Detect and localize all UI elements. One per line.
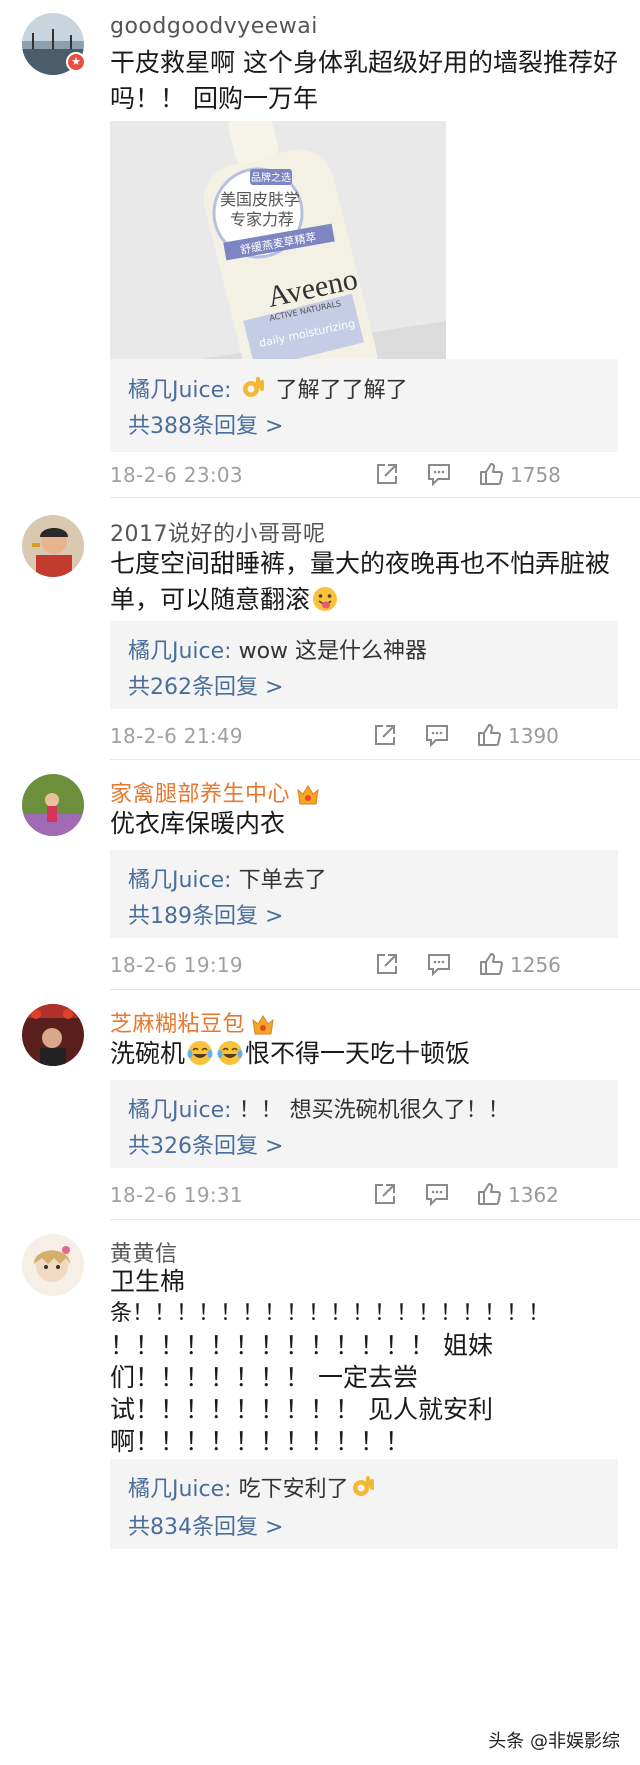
comment-icon[interactable] xyxy=(426,951,452,977)
reply-box[interactable]: 橘几Juice: 了解了了解了 共388条回复 > xyxy=(110,359,618,452)
comment-meta: 18-2-6 23:03 1758 xyxy=(110,461,620,491)
avatar[interactable] xyxy=(22,515,84,577)
thumbs-up-icon[interactable] xyxy=(478,461,504,487)
thumbs-up-icon[interactable] xyxy=(476,1181,502,1207)
badge-line-2: 美国皮肤学 xyxy=(220,190,300,209)
reply-count-link[interactable]: 共189条回复 > xyxy=(128,898,283,930)
badge-line-1: 品牌之选 xyxy=(251,171,291,184)
reply-box[interactable]: 橘几Juice: ！！ 想买洗碗机很久了！！ 共326条回复 > xyxy=(110,1080,618,1168)
reply-text: 吃下安利了 xyxy=(238,1477,349,1502)
like-count: 1256 xyxy=(510,953,561,977)
reply-preview: 橘几Juice: ！！ 想买洗碗机很久了！！ xyxy=(128,1092,510,1124)
comment-1: ★ goodgoodvyeewai 干皮救星啊 这个身体乳超级好用的墙裂推荐好吗… xyxy=(0,0,640,498)
reply-count-link[interactable]: 共262条回复 > xyxy=(128,669,283,701)
thumbs-up-icon[interactable] xyxy=(476,722,502,748)
reply-username[interactable]: 橘几Juice: xyxy=(128,868,232,893)
watermark: 头条 @非娱影综 xyxy=(482,1725,626,1755)
reply-count-link[interactable]: 共834条回复 > xyxy=(128,1509,283,1541)
reply-preview: 橘几Juice: wow 这是什么神器 xyxy=(128,633,427,665)
reply-username[interactable]: 橘几Juice: xyxy=(128,1477,232,1502)
share-icon[interactable] xyxy=(372,1181,398,1207)
username-text: 芝麻糊粘豆包 xyxy=(110,1012,246,1037)
comment-text: 洗碗机 恨不得一天吃十顿饭 xyxy=(110,1036,620,1072)
avatar[interactable] xyxy=(22,774,84,836)
reply-text: wow 这是什么神器 xyxy=(238,639,428,664)
comment-line: ！！！！！！！！！！！！！ 姐妹 xyxy=(110,1331,493,1360)
reply-username[interactable]: 橘几Juice: xyxy=(128,639,232,664)
vip-crown-icon xyxy=(297,785,319,805)
avatar[interactable] xyxy=(22,1004,84,1066)
tongue-out-emoji-icon xyxy=(313,587,338,611)
avatar[interactable] xyxy=(22,1234,84,1296)
share-icon[interactable] xyxy=(374,951,400,977)
comment-3: 家禽腿部养生中心 优衣库保暖内衣 橘几Juice: 下单去了 共189条回复 >… xyxy=(0,760,640,990)
tears-of-joy-emoji-icon xyxy=(187,1041,213,1065)
reply-box[interactable]: 橘几Juice: 下单去了 共189条回复 > xyxy=(110,850,618,938)
ok-hand-emoji-icon xyxy=(352,1476,374,1496)
like-count: 1390 xyxy=(508,724,559,748)
comment-text: 卫生棉 条！！！！！！！！！！！！！！！！！！！ ！！！！！！！！！！！！！ 姐… xyxy=(110,1266,620,1458)
reply-count-link[interactable]: 共388条回复 > xyxy=(128,408,283,440)
username[interactable]: goodgoodvyeewai xyxy=(110,14,318,39)
timestamp: 18-2-6 21:49 xyxy=(110,724,243,748)
reply-box[interactable]: 橘几Juice: 吃下安利了 共834条回复 > xyxy=(110,1459,618,1549)
comment-line: 卫生棉 xyxy=(110,1267,186,1296)
timestamp: 18-2-6 23:03 xyxy=(110,463,243,487)
comment-line: 试！！！！！！！！！ 见人就安利 xyxy=(110,1395,493,1424)
comment-meta: 18-2-6 19:19 1256 xyxy=(110,951,620,981)
comment-meta: 18-2-6 19:31 1362 xyxy=(110,1181,620,1211)
username[interactable]: 芝麻糊粘豆包 xyxy=(110,1006,275,1038)
share-icon[interactable] xyxy=(374,461,400,487)
username[interactable]: 2017说好的小哥哥呢 xyxy=(110,516,326,548)
comment-text-body: 七度空间甜睡裤，量大的夜晚再也不怕弄脏被单，可以随意翻滚 xyxy=(110,549,611,614)
thumbs-up-icon[interactable] xyxy=(478,951,504,977)
comment-2: 2017说好的小哥哥呢 七度空间甜睡裤，量大的夜晚再也不怕弄脏被单，可以随意翻滚… xyxy=(0,498,640,760)
comment-line: 啊！！！！！！！！！！！ xyxy=(110,1427,411,1456)
reply-preview: 橘几Juice: 下单去了 xyxy=(128,862,327,894)
comment-meta: 18-2-6 21:49 1390 xyxy=(110,722,620,752)
lotion-bottle-photo: 品牌之选 美国皮肤学 专家力荐 舒缓燕麦草精萃 Aveeno ACTIVE NA… xyxy=(110,121,446,373)
vip-crown-icon xyxy=(252,1015,274,1035)
comment-icon[interactable] xyxy=(424,722,450,748)
comment-photo[interactable]: 品牌之选 美国皮肤学 专家力荐 舒缓燕麦草精萃 Aveeno ACTIVE NA… xyxy=(110,121,446,373)
comment-icon[interactable] xyxy=(426,461,452,487)
badge-line-3: 专家力荐 xyxy=(230,210,294,229)
username[interactable]: 家禽腿部养生中心 xyxy=(110,776,320,808)
username[interactable]: 黄黄信 xyxy=(110,1236,178,1268)
ok-hand-emoji-icon xyxy=(242,377,264,397)
timestamp: 18-2-6 19:31 xyxy=(110,1183,243,1207)
comment-line: 条！！！！！！！！！！！！！！！！！！！ xyxy=(110,1301,551,1326)
reply-username[interactable]: 橘几Juice: xyxy=(128,1098,232,1123)
like-count: 1362 xyxy=(508,1183,559,1207)
reply-text: ！！ 想买洗碗机很久了！！ xyxy=(238,1098,510,1123)
share-icon[interactable] xyxy=(372,722,398,748)
comment-4: 芝麻糊粘豆包 洗碗机 恨不得一天吃十顿饭 橘几Juice: ！！ 想买洗碗机很久了… xyxy=(0,990,640,1220)
comment-line: 们！！！！！！！ 一定去尝 xyxy=(110,1363,418,1392)
comment-text: 干皮救星啊 这个身体乳超级好用的墙裂推荐好吗！！ 回购一万年 xyxy=(110,48,618,113)
comment-text-end: 恨不得一天吃十顿饭 xyxy=(245,1039,471,1068)
comment-text: 七度空间甜睡裤，量大的夜晚再也不怕弄脏被单，可以随意翻滚 xyxy=(110,546,620,618)
username-text: 家禽腿部养生中心 xyxy=(110,782,291,807)
timestamp: 18-2-6 19:19 xyxy=(110,953,243,977)
reply-preview: 橘几Juice: 了解了了解了 xyxy=(128,372,408,404)
reply-text: 下单去了 xyxy=(238,868,327,893)
reply-preview: 橘几Juice: 吃下安利了 xyxy=(128,1471,379,1503)
reply-text: 了解了了解了 xyxy=(275,378,408,403)
reply-box[interactable]: 橘几Juice: wow 这是什么神器 共262条回复 > xyxy=(110,621,618,709)
comment-text: 优衣库保暖内衣 xyxy=(110,809,286,838)
reply-username[interactable]: 橘几Juice: xyxy=(128,378,232,403)
like-count: 1758 xyxy=(510,463,561,487)
tears-of-joy-emoji-icon xyxy=(217,1041,243,1065)
comment-5: 黄黄信 卫生棉 条！！！！！！！！！！！！！！！！！！！ ！！！！！！！！！！！… xyxy=(0,1220,640,1765)
comment-icon[interactable] xyxy=(424,1181,450,1207)
comment-text-start: 洗碗机 xyxy=(110,1039,186,1068)
reply-count-link[interactable]: 共326条回复 > xyxy=(128,1128,283,1160)
verified-badge-icon: ★ xyxy=(66,52,86,72)
